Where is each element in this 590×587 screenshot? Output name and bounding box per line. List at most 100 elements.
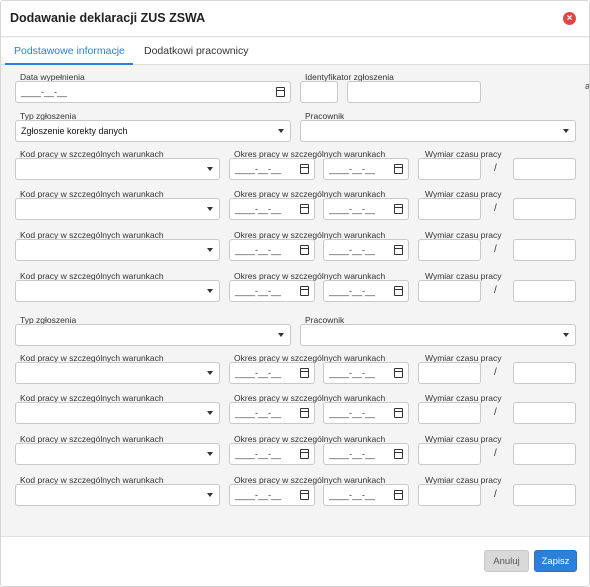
employee-select[interactable] [300, 120, 576, 142]
period-end-input[interactable]: ____-__-__ [323, 362, 409, 384]
period-end-input[interactable]: ____-__-__ [323, 443, 409, 465]
work-time-numerator-input[interactable] [418, 280, 481, 302]
period-start-placeholder: ____-__-__ [235, 164, 282, 174]
employee-select[interactable] [300, 324, 576, 346]
work-time-numerator-input[interactable] [418, 362, 481, 384]
period-start-placeholder: ____-__-__ [235, 245, 282, 255]
time-separator: / [494, 163, 497, 174]
period-end-input[interactable]: ____-__-__ [323, 198, 409, 220]
calendar-icon[interactable] [394, 204, 403, 214]
tab-bar: Podstawowe informacje Dodatkowi pracowni… [1, 38, 589, 91]
chevron-down-icon [207, 411, 213, 415]
period-start-placeholder: ____-__-__ [235, 490, 282, 500]
calendar-icon[interactable] [300, 408, 309, 418]
work-code-select[interactable] [15, 362, 220, 384]
work-time-numerator-input[interactable] [418, 158, 481, 180]
identifier-input[interactable] [347, 81, 481, 103]
fill-date-input[interactable]: ____-__-__ [15, 81, 291, 103]
calendar-icon[interactable] [394, 368, 403, 378]
calendar-icon[interactable] [300, 449, 309, 459]
calendar-icon[interactable] [300, 245, 309, 255]
period-end-placeholder: ____-__-__ [329, 490, 376, 500]
work-time-denominator-input[interactable] [513, 198, 576, 220]
chevron-down-icon [563, 129, 569, 133]
period-end-input[interactable]: ____-__-__ [323, 402, 409, 424]
work-code-select[interactable] [15, 280, 220, 302]
period-start-placeholder: ____-__-__ [235, 408, 282, 418]
work-time-denominator-input[interactable] [513, 158, 576, 180]
work-time-numerator-input[interactable] [418, 239, 481, 261]
close-icon[interactable]: × [563, 12, 576, 25]
work-code-select[interactable] [15, 158, 220, 180]
period-start-input[interactable]: ____-__-__ [229, 239, 315, 261]
calendar-icon[interactable] [394, 490, 403, 500]
tab-basic-info[interactable]: Podstawowe informacje [14, 45, 125, 57]
chevron-down-icon [207, 452, 213, 456]
calendar-icon[interactable] [300, 286, 309, 296]
work-time-denominator-input[interactable] [513, 443, 576, 465]
calendar-icon[interactable] [394, 164, 403, 174]
work-time-denominator-input[interactable] [513, 362, 576, 384]
time-separator: / [494, 489, 497, 500]
period-start-input[interactable]: ____-__-__ [229, 362, 315, 384]
period-start-input[interactable]: ____-__-__ [229, 402, 315, 424]
work-time-numerator-input[interactable] [418, 443, 481, 465]
report-type-select[interactable] [15, 324, 291, 346]
period-end-input[interactable]: ____-__-__ [323, 239, 409, 261]
period-start-input[interactable]: ____-__-__ [229, 158, 315, 180]
period-end-placeholder: ____-__-__ [329, 245, 376, 255]
time-separator: / [494, 448, 497, 459]
calendar-icon[interactable] [394, 408, 403, 418]
period-start-input[interactable]: ____-__-__ [229, 198, 315, 220]
chevron-down-icon [278, 333, 284, 337]
calendar-icon[interactable] [276, 87, 285, 97]
chevron-down-icon [207, 248, 213, 252]
work-code-select[interactable] [15, 484, 220, 506]
work-time-numerator-input[interactable] [418, 484, 481, 506]
work-time-denominator-input[interactable] [513, 280, 576, 302]
tab-overflow-text: a [585, 81, 590, 91]
work-time-denominator-input[interactable] [513, 239, 576, 261]
period-start-placeholder: ____-__-__ [235, 368, 282, 378]
period-end-input[interactable]: ____-__-__ [323, 280, 409, 302]
save-button[interactable]: Zapisz [534, 550, 577, 572]
chevron-down-icon [278, 129, 284, 133]
period-start-input[interactable]: ____-__-__ [229, 280, 315, 302]
cancel-button[interactable]: Anuluj [484, 550, 529, 572]
chevron-down-icon [207, 371, 213, 375]
calendar-icon[interactable] [394, 286, 403, 296]
work-time-denominator-input[interactable] [513, 402, 576, 424]
period-end-placeholder: ____-__-__ [329, 286, 376, 296]
calendar-icon[interactable] [394, 245, 403, 255]
calendar-icon[interactable] [300, 368, 309, 378]
dialog-title: Dodawanie deklaracji ZUS ZSWA [10, 11, 206, 25]
work-code-select[interactable] [15, 443, 220, 465]
report-type-select[interactable]: Zgłoszenie korekty danych [15, 120, 291, 142]
period-end-placeholder: ____-__-__ [329, 368, 376, 378]
calendar-icon[interactable] [300, 204, 309, 214]
identifier-prefix-input[interactable] [300, 81, 338, 103]
period-end-input[interactable]: ____-__-__ [323, 484, 409, 506]
period-start-input[interactable]: ____-__-__ [229, 443, 315, 465]
period-end-input[interactable]: ____-__-__ [323, 158, 409, 180]
dialog-header: Dodawanie deklaracji ZUS ZSWA × [1, 1, 589, 37]
calendar-icon[interactable] [300, 490, 309, 500]
work-time-numerator-input[interactable] [418, 198, 481, 220]
period-start-input[interactable]: ____-__-__ [229, 484, 315, 506]
work-code-select[interactable] [15, 239, 220, 261]
work-time-denominator-input[interactable] [513, 484, 576, 506]
chevron-down-icon [207, 289, 213, 293]
chevron-down-icon [207, 167, 213, 171]
work-code-select[interactable] [15, 402, 220, 424]
active-tab-indicator [5, 63, 133, 65]
report-type-value: Zgłoszenie korekty danych [21, 126, 128, 136]
period-start-placeholder: ____-__-__ [235, 204, 282, 214]
calendar-icon[interactable] [300, 164, 309, 174]
period-end-placeholder: ____-__-__ [329, 449, 376, 459]
tab-additional-employees[interactable]: Dodatkowi pracownicy [144, 45, 248, 57]
time-separator: / [494, 203, 497, 214]
work-time-numerator-input[interactable] [418, 402, 481, 424]
time-separator: / [494, 407, 497, 418]
calendar-icon[interactable] [394, 449, 403, 459]
work-code-select[interactable] [15, 198, 220, 220]
